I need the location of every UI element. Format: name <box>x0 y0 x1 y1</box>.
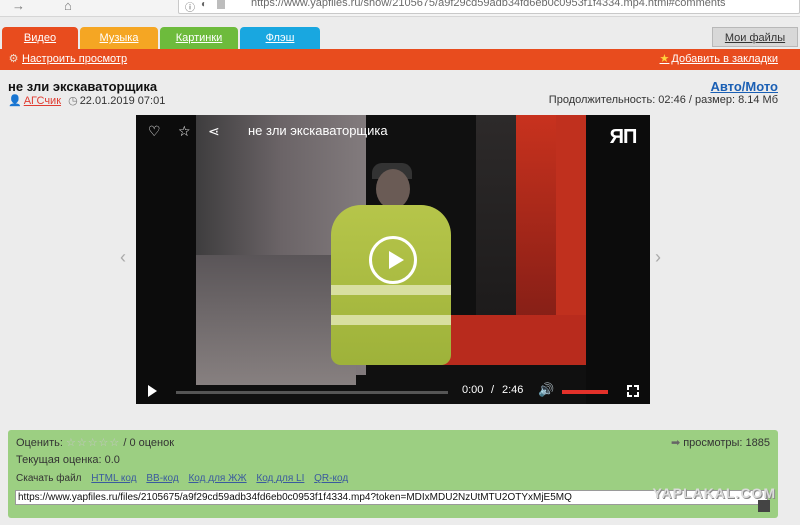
play-icon <box>389 251 404 269</box>
volume-icon[interactable]: 🔊 <box>538 382 554 398</box>
settings-label: Настроить просмотр <box>22 53 128 65</box>
star-icon[interactable]: ☆ <box>178 123 208 140</box>
watermark-box <box>758 500 770 512</box>
views-label: просмотры: 1885 <box>683 437 770 449</box>
player-controls: 0:00 / 2:46 🔊 <box>136 378 650 404</box>
embed-links: Скачать файл HTML код BB-код Код для ЖЖ … <box>16 473 355 484</box>
link-bb-code[interactable]: BB-код <box>146 473 178 484</box>
category-link[interactable]: Авто/Мото <box>710 79 778 94</box>
home-icon[interactable]: ⌂ <box>64 0 72 12</box>
page: Видео Музыка Картинки Флэш Мои файлы ⚙ На… <box>0 17 800 525</box>
rate-label: Оценить: <box>16 437 63 449</box>
player-title: не зли экскаваторщика <box>248 123 388 138</box>
current-time: 0:00 <box>462 384 484 396</box>
link-html-code[interactable]: HTML код <box>91 473 136 484</box>
watermark: YAPLAKAL.COM <box>652 485 776 501</box>
back-arrow-icon[interactable]: → <box>12 0 25 12</box>
time-separator: / <box>491 384 495 396</box>
download-label[interactable]: Скачать файл <box>16 473 82 484</box>
address-url[interactable]: https://www.yapfiles.ru/show/2105675/a9f… <box>251 0 726 9</box>
progress-bar[interactable] <box>176 391 448 394</box>
info-icon[interactable]: ⓘ <box>185 0 195 14</box>
play-small-button[interactable] <box>148 385 157 397</box>
video-title: не зли экскаваторщика <box>8 79 158 94</box>
clock-icon: ◷ <box>68 95 78 107</box>
current-rating: Текущая оценка: 0.0 <box>16 454 120 466</box>
rating-row: Оценить: ☆☆☆☆☆ / 0 оценок <box>16 436 174 449</box>
link-lj-code[interactable]: Код для ЖЖ <box>188 473 246 484</box>
heart-icon[interactable]: ♡ <box>148 123 178 140</box>
my-files-button[interactable]: Мои файлы <box>712 27 798 47</box>
settings-link[interactable]: ⚙ Настроить просмотр <box>7 52 128 65</box>
rating-stars[interactable]: ☆☆☆☆☆ <box>66 437 120 449</box>
tab-video[interactable]: Видео <box>2 27 78 49</box>
address-bar[interactable]: ⓘ ◐ https://www.yapfiles.ru/show/2105675… <box>178 0 800 14</box>
video-player[interactable]: ♡ ☆ ⋖ не зли экскаваторщика ЯП 0:00 / 2:46… <box>136 115 650 404</box>
bookmark-link[interactable]: ★ Добавить в закладки <box>660 52 778 65</box>
author-line: 👤 АГСчик ◷ 22.01.2019 07:01 <box>8 94 165 107</box>
share-icon[interactable]: ⋖ <box>208 123 238 140</box>
views-counter: ➡ просмотры: 1885 <box>671 436 770 449</box>
link-li-code[interactable]: Код для LI <box>256 473 304 484</box>
tab-flash[interactable]: Флэш <box>240 27 320 49</box>
star-icon: ★ <box>659 53 670 65</box>
user-icon: 👤 <box>8 95 22 107</box>
next-arrow-icon[interactable]: › <box>655 247 661 268</box>
shield-icon[interactable]: ◐ <box>201 0 207 10</box>
yap-logo: ЯП <box>609 126 638 148</box>
category-tabs: Видео Музыка Картинки Флэш Мои файлы <box>0 27 800 49</box>
duration: 2:46 <box>502 384 524 396</box>
duration-size: Продолжительность: 02:46 / размер: 8.14 … <box>548 94 778 106</box>
tab-pictures[interactable]: Картинки <box>160 27 238 49</box>
player-top-icons: ♡ ☆ ⋖ <box>148 123 238 140</box>
page-icon <box>217 0 225 9</box>
fullscreen-icon[interactable] <box>626 384 640 398</box>
author-link[interactable]: АГСчик <box>24 95 61 107</box>
info-panel: Оценить: ☆☆☆☆☆ / 0 оценок ➡ просмотры: 1… <box>8 430 778 518</box>
volume-slider[interactable] <box>562 390 608 394</box>
eye-icon: ➡ <box>670 437 681 449</box>
prev-arrow-icon[interactable]: ‹ <box>120 247 126 268</box>
upload-date: 22.01.2019 07:01 <box>79 95 166 107</box>
tab-music[interactable]: Музыка <box>80 27 158 49</box>
gear-icon: ⚙ <box>8 53 19 65</box>
browser-toolbar: → ⌂ ⓘ ◐ https://www.yapfiles.ru/show/210… <box>0 0 800 17</box>
play-button[interactable] <box>369 236 417 284</box>
bookmark-label: Добавить в закладки <box>671 53 778 65</box>
rating-count: / 0 оценок <box>123 437 175 449</box>
options-bar: ⚙ Настроить просмотр ★ Добавить в закладки <box>0 49 800 70</box>
link-qr-code[interactable]: QR-код <box>314 473 348 484</box>
